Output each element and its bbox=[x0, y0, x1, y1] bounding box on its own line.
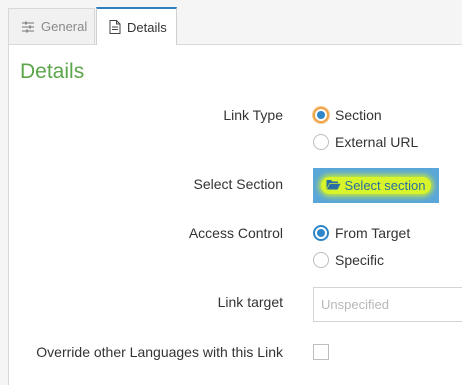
link-type-option-section[interactable]: Section bbox=[313, 107, 382, 123]
select-section-button-label: Select section bbox=[344, 178, 426, 193]
radio-specific-label: Specific bbox=[335, 252, 385, 268]
sliders-icon bbox=[21, 21, 35, 33]
select-section-button-content: Select section bbox=[320, 177, 432, 194]
radio-external-url-label: External URL bbox=[335, 134, 419, 150]
override-label: Override other Languages with this Link bbox=[36, 344, 283, 360]
access-control-label: Access Control bbox=[188, 225, 283, 241]
link-target-placeholder: Unspecified bbox=[321, 297, 389, 312]
access-option-specific[interactable]: Specific bbox=[313, 252, 384, 268]
tab-details[interactable]: Details bbox=[96, 7, 177, 45]
link-type-option-external-url[interactable]: External URL bbox=[313, 134, 418, 150]
select-section-button[interactable]: Select section bbox=[313, 168, 439, 203]
tab-strip: General Details bbox=[0, 0, 462, 45]
link-target-label: Link target bbox=[217, 294, 283, 310]
access-option-from-target[interactable]: From Target bbox=[313, 225, 410, 241]
tab-general-label: General bbox=[41, 19, 88, 34]
details-form-window: General Details Details Link Type Sectio… bbox=[0, 0, 462, 385]
tab-general[interactable]: General bbox=[8, 8, 95, 44]
tab-panel bbox=[8, 44, 462, 385]
section-title: Details bbox=[20, 60, 85, 83]
radio-specific[interactable] bbox=[313, 252, 329, 268]
select-section-label: Select Section bbox=[193, 176, 284, 192]
override-checkbox[interactable] bbox=[313, 344, 329, 360]
radio-section[interactable] bbox=[313, 107, 329, 123]
link-type-label: Link Type bbox=[223, 107, 283, 123]
link-target-input[interactable]: Unspecified bbox=[313, 287, 462, 322]
radio-from-target[interactable] bbox=[313, 225, 329, 241]
radio-from-target-label: From Target bbox=[335, 225, 411, 241]
folder-open-icon bbox=[326, 179, 341, 192]
tab-details-label: Details bbox=[127, 19, 167, 35]
document-icon bbox=[109, 20, 121, 34]
radio-external-url[interactable] bbox=[313, 134, 329, 150]
radio-section-label: Section bbox=[335, 107, 382, 123]
